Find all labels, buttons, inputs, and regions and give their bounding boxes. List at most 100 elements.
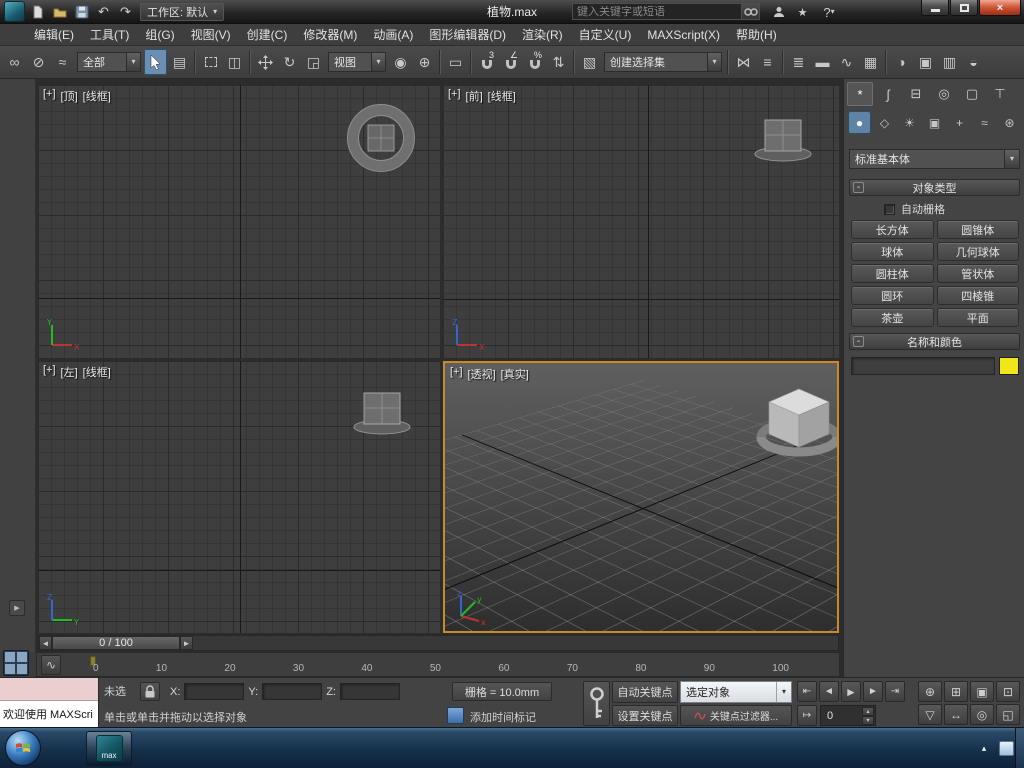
viewport-front[interactable]: [+] [前] [线框] ZX (443, 85, 839, 358)
search-input[interactable] (573, 5, 741, 18)
go-to-start-button[interactable]: ⇤ (797, 681, 817, 702)
category-space-warps[interactable]: ≈ (973, 111, 996, 134)
curve-editor-button[interactable]: ∿ (835, 49, 858, 75)
spin-down-button[interactable]: ▾ (862, 716, 874, 725)
material-editor-button[interactable]: ◑ (890, 49, 913, 75)
category-helpers[interactable]: + (948, 111, 971, 134)
select-and-scale-button[interactable]: ◲ (302, 49, 325, 75)
menu-tools[interactable]: 工具(T) (82, 24, 137, 46)
viewport-shading-menu[interactable]: [线框] (83, 364, 111, 380)
zoom-extents-all-button[interactable]: ⊡ (996, 681, 1020, 702)
category-cameras[interactable]: ▣ (923, 111, 946, 134)
category-systems[interactable]: ⊛ (998, 111, 1021, 134)
maximize-button[interactable] (950, 0, 978, 16)
minimize-button[interactable] (921, 0, 949, 16)
listener-line[interactable]: 欢迎使用 MAXScri (0, 701, 98, 728)
open-file-button[interactable] (50, 2, 69, 21)
time-slider-handle[interactable]: 0 / 100 (52, 636, 180, 650)
rendered-frame-button[interactable]: ▥ (938, 49, 961, 75)
time-tag-label[interactable]: 添加时间标记 (470, 709, 536, 725)
menu-maxscript[interactable]: MAXScript(X) (639, 24, 728, 46)
render-setup-button[interactable]: ▣ (914, 49, 937, 75)
viewport-general-menu[interactable]: [+] (448, 88, 461, 104)
menu-rendering[interactable]: 渲染(R) (514, 24, 571, 46)
menu-modifiers[interactable]: 修改器(M) (295, 24, 365, 46)
bind-to-space-warp-button[interactable]: ≈ (51, 49, 74, 75)
auto-key-button[interactable]: 自动关键点 (612, 681, 678, 703)
cylinder-button[interactable]: 圆柱体 (851, 264, 934, 283)
use-pivot-center-button[interactable]: ◉ (389, 49, 412, 75)
hidden-icons-chevron[interactable]: ▴ (977, 743, 991, 754)
menu-views[interactable]: 视图(V) (183, 24, 239, 46)
category-geometry[interactable]: ● (848, 111, 871, 134)
edit-named-sets-button[interactable]: ▧ (578, 49, 601, 75)
keyboard-override-button[interactable]: ▭ (444, 49, 467, 75)
geosphere-button[interactable]: 几何球体 (936, 242, 1019, 261)
viewport-general-menu[interactable]: [+] (43, 88, 56, 104)
mirror-button[interactable]: ⋈ (732, 49, 755, 75)
set-key-mode-button[interactable]: 设置关键点 (612, 705, 678, 726)
menu-help[interactable]: 帮助(H) (728, 24, 785, 46)
tab-display[interactable]: ▢ (959, 82, 985, 106)
select-and-link-button[interactable]: ∞ (3, 49, 26, 75)
object-name-input[interactable] (851, 357, 995, 375)
menu-group[interactable]: 组(G) (137, 24, 182, 46)
ribbon-toggle-button[interactable]: ▬ (811, 49, 834, 75)
previous-frame-button[interactable]: ◄ (819, 681, 839, 702)
key-mode-toggle-button[interactable]: ↦ (797, 705, 817, 726)
field-of-view-button[interactable]: ▽ (918, 704, 942, 725)
spin-up-button[interactable]: ▴ (862, 707, 874, 716)
maximize-viewport-toggle[interactable]: ◱ (996, 704, 1020, 725)
spinner-snap-button[interactable]: ⇅ (547, 49, 570, 75)
mini-curve-editor-button[interactable]: ∿ (41, 655, 61, 675)
name-color-rollout[interactable]: - 名称和颜色 (849, 333, 1020, 350)
angle-snap-button[interactable]: ∠ (499, 49, 522, 75)
time-slider[interactable]: ◄ 0 / 100 ► (38, 635, 839, 651)
favorites-button[interactable]: ★ (793, 3, 812, 21)
current-frame-field[interactable]: 0 ▴ ▾ (820, 705, 876, 726)
viewport-perspective[interactable]: [+] [透视] [真实] z x y (443, 361, 839, 633)
box-and-torus-object[interactable] (747, 383, 839, 467)
previous-frame-arrow[interactable]: ◄ (39, 636, 52, 650)
help-button[interactable]: ? ▾ (816, 3, 842, 21)
zoom-all-button[interactable]: ⊞ (944, 681, 968, 702)
viewport-left[interactable]: [+] [左] [线框] ZY (38, 361, 440, 633)
category-shapes[interactable]: ◇ (873, 111, 896, 134)
plane-button[interactable]: 平面 (936, 308, 1019, 327)
snap-toggle-button[interactable]: 3 (475, 49, 498, 75)
macro-recorder-line[interactable] (0, 678, 98, 701)
pyramid-button[interactable]: 四棱锥 (936, 286, 1019, 305)
unlink-selection-button[interactable]: ⊘ (27, 49, 50, 75)
layout-flyout-button[interactable]: ▶ (9, 600, 25, 616)
grid-setting-button[interactable]: 栅格 = 10.0mm (452, 682, 552, 701)
schematic-view-button[interactable]: ▦ (859, 49, 882, 75)
viewport-pov-menu[interactable]: [顶] (61, 88, 78, 104)
viewport-general-menu[interactable]: [+] (450, 366, 463, 382)
key-selection-dropdown[interactable]: 选定对象 ▾ (680, 681, 792, 703)
window-crossing-button[interactable]: ◫ (223, 49, 246, 75)
maxscript-mini-listener[interactable]: 欢迎使用 MAXScri (0, 678, 99, 728)
orbit-button[interactable]: ◎ (970, 704, 994, 725)
render-button[interactable]: ◒ (962, 49, 985, 75)
key-filters-button[interactable]: 关键点过滤器... (680, 705, 792, 726)
next-frame-arrow[interactable]: ► (180, 636, 193, 650)
select-by-name-button[interactable]: ▤ (168, 49, 191, 75)
cone-button[interactable]: 圆锥体 (936, 220, 1019, 239)
menu-customize[interactable]: 自定义(U) (571, 24, 640, 46)
sphere-button[interactable]: 球体 (851, 242, 934, 261)
select-object-button[interactable] (144, 49, 167, 75)
box-and-torus-object[interactable] (751, 118, 815, 164)
selection-filter-dropdown[interactable]: 全部 ▾ (77, 52, 141, 72)
workspace-dropdown[interactable]: 工作区: 默认 ▾ (140, 2, 225, 21)
torus-and-box-object[interactable] (341, 98, 421, 178)
object-color-swatch[interactable] (999, 357, 1019, 375)
zoom-button[interactable]: ⊕ (918, 681, 942, 702)
sign-in-button[interactable] (769, 3, 788, 21)
add-time-tag-icon[interactable] (447, 707, 464, 724)
new-scene-button[interactable] (28, 2, 47, 21)
search-button[interactable] (741, 4, 759, 19)
tab-modify[interactable]: ∫ (875, 82, 901, 106)
menu-create[interactable]: 创建(C) (239, 24, 296, 46)
start-button[interactable] (5, 730, 41, 766)
x-coordinate-field[interactable] (184, 683, 245, 700)
